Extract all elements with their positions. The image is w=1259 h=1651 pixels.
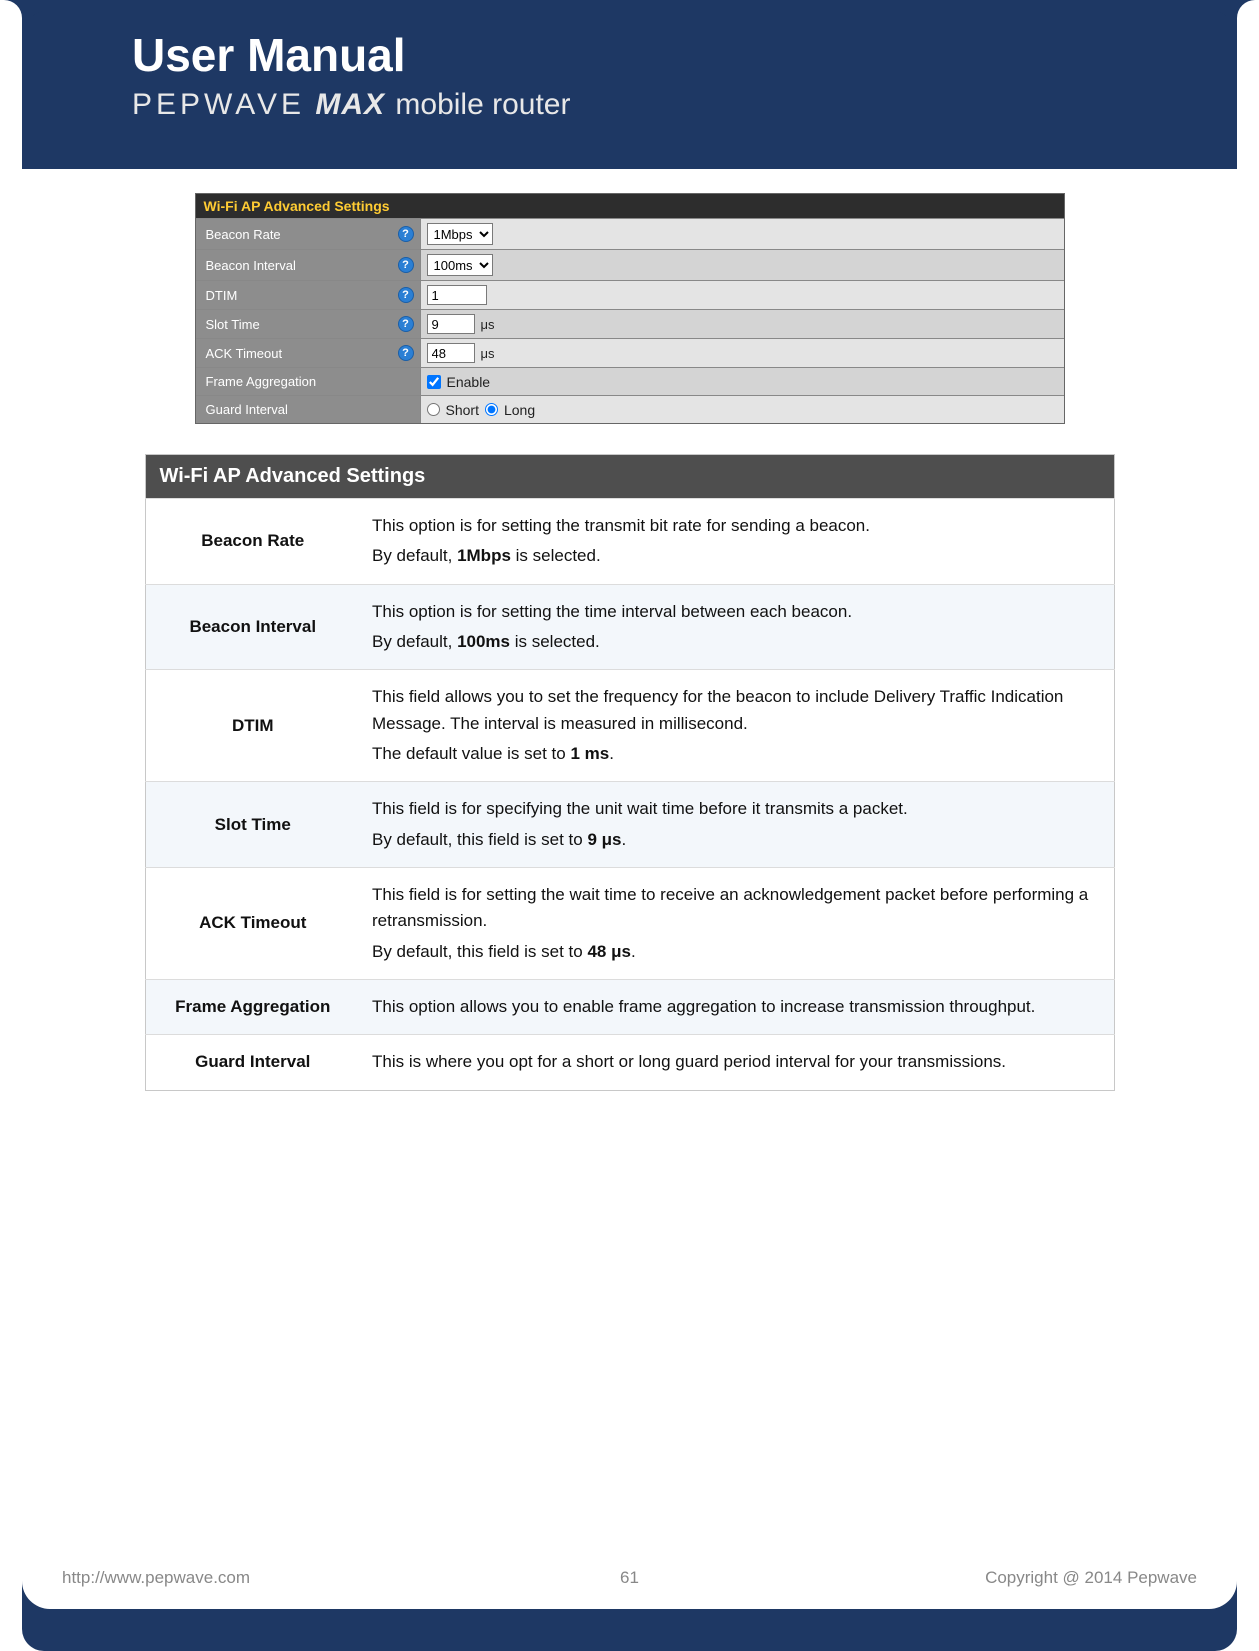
description-table: Wi-Fi AP Advanced Settings Beacon Rate T…: [145, 454, 1115, 1091]
desc-def: This field is for setting the wait time …: [360, 868, 1114, 980]
desc-def: This option is for setting the transmit …: [360, 499, 1114, 585]
label-ack-timeout: ACK Timeout ?: [196, 339, 421, 367]
desc-line: This is where you opt for a short or lon…: [372, 1049, 1102, 1075]
desc-term: Beacon Interval: [145, 584, 360, 670]
label-frame-aggregation: Frame Aggregation: [196, 368, 421, 395]
settings-header: Wi-Fi AP Advanced Settings: [196, 194, 1064, 218]
desc-line: This option is for setting the transmit …: [372, 513, 1102, 539]
row-beacon-interval: Beacon Interval ? 100ms: [196, 249, 1064, 280]
settings-screenshot: Wi-Fi AP Advanced Settings Beacon Rate ?…: [195, 193, 1065, 424]
desc-row-ack-timeout: ACK Timeout This field is for setting th…: [145, 868, 1114, 980]
label-text: Beacon Interval: [206, 258, 296, 273]
label-beacon-interval: Beacon Interval ?: [196, 250, 421, 280]
manual-subtitle: PEPWAVE MAX mobile router: [132, 88, 1127, 122]
row-ack-timeout: ACK Timeout ? μs: [196, 338, 1064, 367]
row-dtim: DTIM ?: [196, 280, 1064, 309]
value-dtim: [421, 281, 1064, 309]
desc-term: ACK Timeout: [145, 868, 360, 980]
label-beacon-rate: Beacon Rate ?: [196, 219, 421, 249]
desc-term: DTIM: [145, 670, 360, 782]
label-slot-time: Slot Time ?: [196, 310, 421, 338]
banner-inner: User Manual PEPWAVE MAX mobile router: [22, 10, 1237, 175]
label-text: Frame Aggregation: [206, 374, 317, 389]
value-beacon-rate: 1Mbps: [421, 219, 1064, 249]
value-beacon-interval: 100ms: [421, 250, 1064, 280]
help-icon[interactable]: ?: [398, 316, 414, 332]
desc-line: This option allows you to enable frame a…: [372, 994, 1102, 1020]
ack-timeout-unit: μs: [481, 346, 495, 361]
label-text: ACK Timeout: [206, 346, 283, 361]
desc-term: Guard Interval: [145, 1035, 360, 1090]
desc-line: This option is for setting the time inte…: [372, 599, 1102, 625]
row-guard-interval: Guard Interval Short Long: [196, 395, 1064, 423]
banner-corner-left: [0, 0, 22, 175]
slot-time-unit: μs: [481, 317, 495, 332]
brand-name: PEPWAVE: [132, 88, 305, 121]
desc-term: Beacon Rate: [145, 499, 360, 585]
desc-term: Slot Time: [145, 782, 360, 868]
guard-short-label: Short: [446, 402, 479, 418]
frame-agg-enable-label: Enable: [447, 374, 491, 390]
footer-url: http://www.pepwave.com: [62, 1568, 493, 1588]
frame-agg-checkbox[interactable]: [427, 375, 441, 389]
desc-def: This option is for setting the time inte…: [360, 584, 1114, 670]
slot-time-input[interactable]: [427, 314, 475, 334]
banner-corner-right: [1237, 0, 1259, 175]
desc-def: This is where you opt for a short or lon…: [360, 1035, 1114, 1090]
description-header-row: Wi-Fi AP Advanced Settings: [145, 455, 1114, 499]
value-frame-aggregation: Enable: [421, 368, 1064, 395]
label-guard-interval: Guard Interval: [196, 396, 421, 423]
page-banner: User Manual PEPWAVE MAX mobile router: [0, 0, 1259, 175]
help-icon[interactable]: ?: [398, 257, 414, 273]
label-text: Guard Interval: [206, 402, 288, 417]
guard-short-radio[interactable]: [427, 403, 440, 416]
row-frame-aggregation: Frame Aggregation Enable: [196, 367, 1064, 395]
desc-row-dtim: DTIM This field allows you to set the fr…: [145, 670, 1114, 782]
value-slot-time: μs: [421, 310, 1064, 338]
desc-line: The default value is set to 1 ms.: [372, 741, 1102, 767]
help-icon[interactable]: ?: [398, 226, 414, 242]
row-beacon-rate: Beacon Rate ? 1Mbps: [196, 218, 1064, 249]
page-body: Wi-Fi AP Advanced Settings Beacon Rate ?…: [22, 175, 1237, 1651]
beacon-interval-select[interactable]: 100ms: [427, 254, 493, 276]
desc-line: This field is for setting the wait time …: [372, 882, 1102, 935]
guard-long-radio[interactable]: [485, 403, 498, 416]
page-footer: http://www.pepwave.com 61 Copyright @ 20…: [22, 1557, 1237, 1651]
desc-row-beacon-interval: Beacon Interval This option is for setti…: [145, 584, 1114, 670]
row-slot-time: Slot Time ? μs: [196, 309, 1064, 338]
desc-row-guard-interval: Guard Interval This is where you opt for…: [145, 1035, 1114, 1090]
desc-term: Frame Aggregation: [145, 980, 360, 1035]
value-guard-interval: Short Long: [421, 396, 1064, 423]
desc-row-slot-time: Slot Time This field is for specifying t…: [145, 782, 1114, 868]
desc-line: By default, this field is set to 9 μs.: [372, 827, 1102, 853]
label-text: Beacon Rate: [206, 227, 281, 242]
ack-timeout-input[interactable]: [427, 343, 475, 363]
desc-def: This field allows you to set the frequen…: [360, 670, 1114, 782]
desc-def: This option allows you to enable frame a…: [360, 980, 1114, 1035]
desc-line: By default, 100ms is selected.: [372, 629, 1102, 655]
label-text: Slot Time: [206, 317, 260, 332]
footer-copyright: Copyright @ 2014 Pepwave: [766, 1568, 1197, 1588]
description-header: Wi-Fi AP Advanced Settings: [145, 455, 1114, 499]
desc-row-beacon-rate: Beacon Rate This option is for setting t…: [145, 499, 1114, 585]
footer-page-number: 61: [493, 1568, 765, 1588]
desc-line: This field is for specifying the unit wa…: [372, 796, 1102, 822]
desc-line: By default, this field is set to 48 μs.: [372, 939, 1102, 965]
product-name: MAX: [315, 88, 385, 121]
manual-title: User Manual: [132, 28, 1127, 82]
desc-def: This field is for specifying the unit wa…: [360, 782, 1114, 868]
label-text: DTIM: [206, 288, 238, 303]
help-icon[interactable]: ?: [398, 345, 414, 361]
desc-line: This field allows you to set the frequen…: [372, 684, 1102, 737]
desc-row-frame-aggregation: Frame Aggregation This option allows you…: [145, 980, 1114, 1035]
help-icon[interactable]: ?: [398, 287, 414, 303]
label-dtim: DTIM ?: [196, 281, 421, 309]
dtim-input[interactable]: [427, 285, 487, 305]
value-ack-timeout: μs: [421, 339, 1064, 367]
beacon-rate-select[interactable]: 1Mbps: [427, 223, 493, 245]
product-tag: mobile router: [395, 88, 570, 121]
desc-line: By default, 1Mbps is selected.: [372, 543, 1102, 569]
guard-long-label: Long: [504, 402, 535, 418]
footer-inner: http://www.pepwave.com 61 Copyright @ 20…: [22, 1557, 1237, 1609]
